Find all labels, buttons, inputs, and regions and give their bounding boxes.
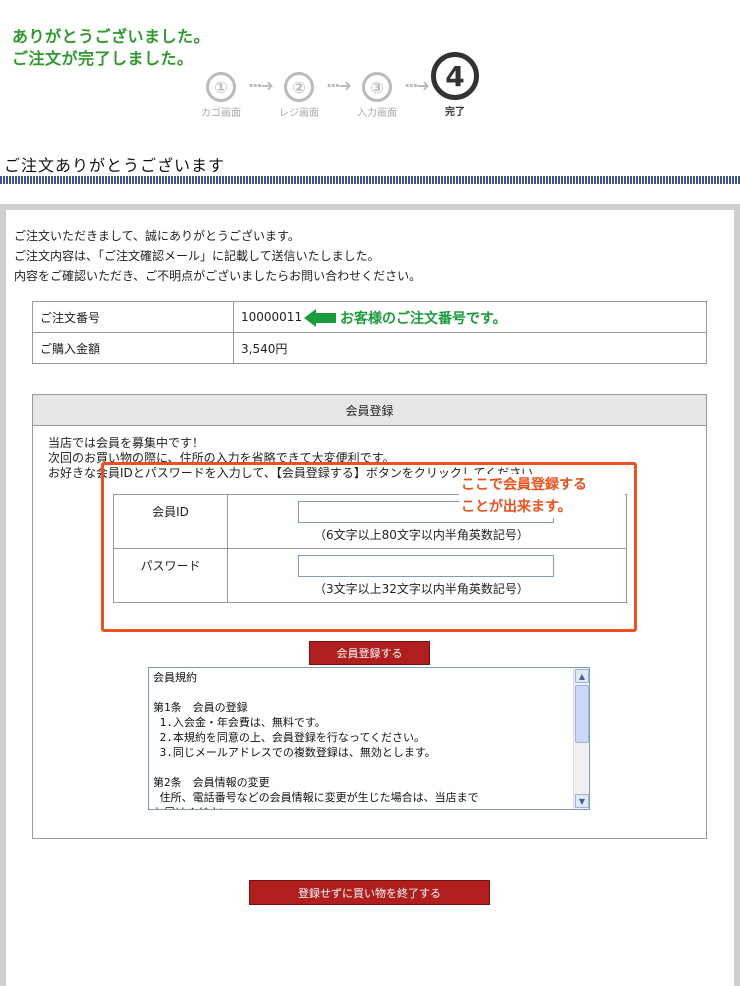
registration-callout: ここで会員登録する ことが出来ます。: [459, 474, 625, 518]
step-cart: ① カゴ画面: [196, 52, 246, 119]
step-register: ② レジ画面: [274, 52, 324, 119]
order-amount-value: 3,540円: [233, 332, 707, 364]
step-1-label: カゴ画面: [201, 108, 241, 119]
step-2-label: レジ画面: [279, 108, 319, 119]
terms-scrollbar[interactable]: ▲ ▼: [573, 668, 589, 809]
progress-steps: ① カゴ画面 ···➜ ② レジ画面 ···➜ ③ 入力画面 ···➜ 4 完了: [196, 52, 480, 119]
order-number-callout: お客様のご注文番号です。: [304, 308, 507, 328]
finish-shopping-button[interactable]: 登録せずに買い物を終了する: [249, 880, 490, 905]
order-amount-label: ご購入金額: [32, 332, 234, 364]
hero-line-2: ご注文が完了しました。: [12, 49, 194, 68]
member-desc-line-1: 当店では会員を募集中です！: [48, 436, 205, 450]
step-3-icon: ③: [362, 72, 392, 102]
thank-you-message: ご注文いただきまして、誠にありがとうございます。 ご注文内容は、「ご注文確認メー…: [14, 226, 421, 286]
step-arrow-icon: ···➜: [404, 76, 430, 95]
step-3-label: 入力画面: [357, 108, 397, 119]
order-number-callout-text: お客様のご注文番号です。: [340, 311, 507, 327]
step-input: ③ 入力画面: [352, 52, 402, 119]
scroll-thumb[interactable]: [575, 685, 589, 743]
step-4-icon: 4: [431, 52, 479, 100]
intro-line-1: ご注文いただきまして、誠にありがとうございます。: [14, 229, 300, 243]
hero-title: ありがとうございました。 ご注文が完了しました。: [12, 26, 210, 70]
step-arrow-icon: ···➜: [248, 76, 274, 95]
intro-line-2: ご注文内容は、「ご注文確認メール」に記載して送信いたしました。: [14, 249, 380, 263]
step-arrow-icon: ···➜: [326, 76, 352, 95]
hero-line-1: ありがとうございました。: [12, 27, 211, 46]
registration-callout-line-1: ここで会員登録する: [461, 477, 587, 493]
left-arrow-icon: [304, 309, 336, 327]
page-title: ご注文ありがとうございます: [4, 156, 226, 175]
table-row: ご購入金額 3,540円: [32, 332, 707, 364]
terms-text: 会員規約 第1条 会員の登録 1.入会金・年会費は、無料です。 2.本規約を同意…: [153, 671, 479, 809]
scroll-up-icon[interactable]: ▲: [575, 669, 589, 683]
step-1-icon: ①: [206, 72, 236, 102]
member-registration-heading: 会員登録: [33, 395, 706, 426]
title-divider: [0, 176, 740, 184]
order-number-label: ご注文番号: [32, 301, 234, 333]
member-terms-textarea[interactable]: 会員規約 第1条 会員の登録 1.入会金・年会費は、無料です。 2.本規約を同意…: [148, 667, 590, 810]
step-2-icon: ②: [284, 72, 314, 102]
register-member-button[interactable]: 会員登録する: [309, 641, 430, 665]
scroll-down-icon[interactable]: ▼: [575, 794, 589, 808]
step-4-label: 完了: [445, 107, 465, 118]
step-complete: 4 完了: [430, 52, 480, 118]
registration-callout-line-2: ことが出来ます。: [461, 499, 572, 515]
intro-line-3: 内容をご確認いただき、ご不明点がございましたらお問い合わせください。: [14, 269, 422, 283]
